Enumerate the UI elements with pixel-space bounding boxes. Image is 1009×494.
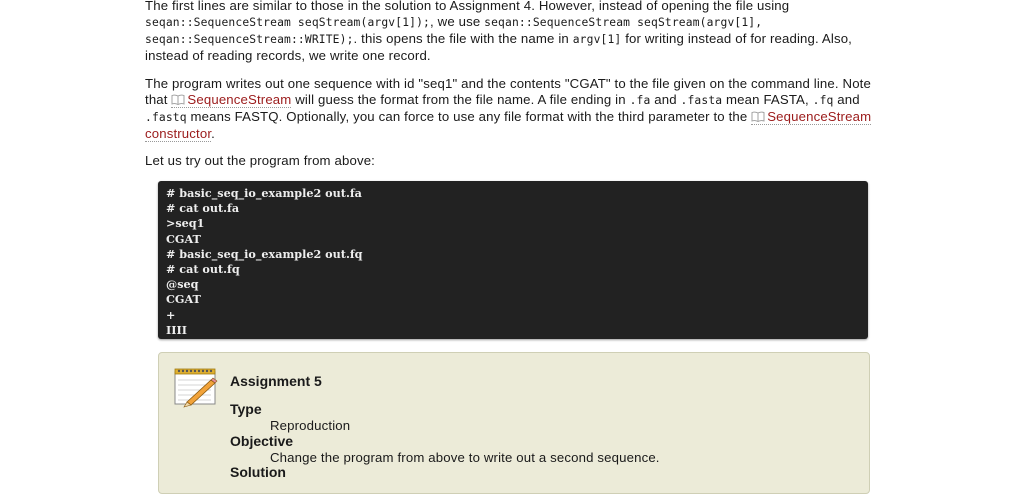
book-icon bbox=[171, 94, 185, 105]
paragraph-try-out: Let us try out the program from above: bbox=[145, 153, 375, 168]
inline-code: .fa bbox=[629, 94, 651, 107]
text-run: will guess the format from the file name… bbox=[291, 92, 630, 107]
objective-label: Objective bbox=[230, 433, 294, 449]
text-run: and bbox=[833, 92, 860, 107]
paragraph-intro: The first lines are similar to those in … bbox=[145, 0, 875, 64]
text-run: mean FASTA, bbox=[722, 92, 813, 107]
assignment-box: Assignment 5 Type Reproduction Objective… bbox=[158, 352, 870, 494]
inline-code: seqan::SequenceStream seqStream(argv[1])… bbox=[145, 16, 431, 29]
link-label: SequenceStream bbox=[187, 92, 292, 107]
inline-code: .fq bbox=[812, 94, 834, 107]
terminal-block: # basic_seq_io_example2 out.fa # cat out… bbox=[158, 181, 868, 339]
text-run: The first lines are similar to those in … bbox=[145, 0, 790, 13]
text-run: and bbox=[650, 92, 681, 107]
type-label: Type bbox=[230, 401, 262, 417]
objective-value: Change the program from above to write o… bbox=[270, 450, 660, 465]
assignment-title: Assignment 5 bbox=[230, 373, 322, 389]
terminal-output: # basic_seq_io_example2 out.fa # cat out… bbox=[166, 186, 363, 337]
paragraph-format: The program writes out one sequence with… bbox=[145, 76, 875, 142]
link-sequencestream[interactable]: SequenceStream bbox=[171, 92, 292, 108]
inline-code: argv[1] bbox=[572, 33, 622, 46]
text-run: means FASTQ. Optionally, you can force t… bbox=[186, 109, 752, 124]
main-content: The first lines are similar to those in … bbox=[0, 0, 1009, 494]
inline-code: .fasta bbox=[680, 94, 723, 107]
text-run: . bbox=[211, 126, 215, 141]
type-value: Reproduction bbox=[270, 418, 351, 433]
book-icon bbox=[751, 111, 765, 122]
text-run: . this opens the file with the name in bbox=[353, 31, 573, 46]
notepad-icon bbox=[174, 368, 218, 408]
text-run: , we use bbox=[430, 14, 485, 29]
inline-code: .fastq bbox=[145, 111, 187, 124]
